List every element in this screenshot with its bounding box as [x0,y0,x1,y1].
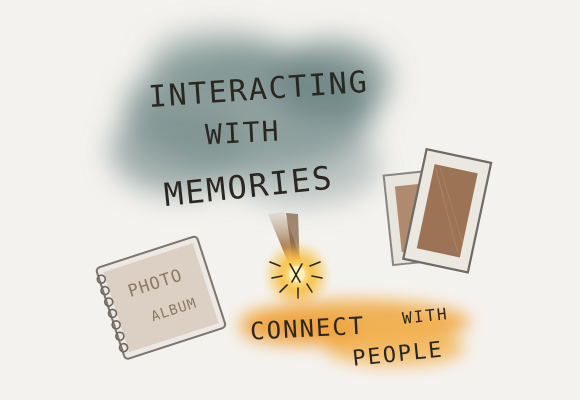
headline-line2: WITH [204,114,281,151]
photo-frames-icon [382,147,493,274]
sketch-canvas: INTERACTING WITH MEMORIES PHOTO ALBUM CO… [0,0,580,400]
photo-album-icon: PHOTO ALBUM [95,235,227,360]
memories-sketch: INTERACTING WITH MEMORIES PHOTO ALBUM CO… [95,30,493,372]
spark-icon [263,212,331,309]
